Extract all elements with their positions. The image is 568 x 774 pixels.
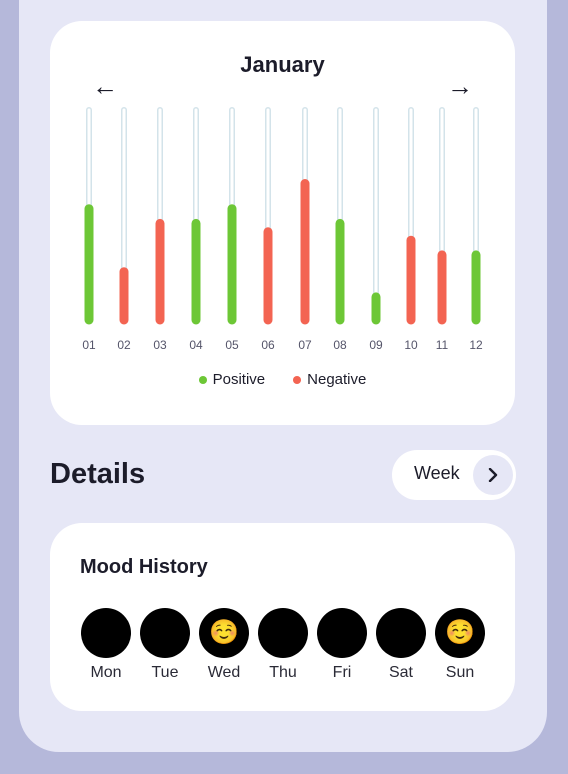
mood-day-label: Tue [151,664,179,681]
legend-negative-dot [293,375,302,384]
week-range-label: Week [414,463,460,483]
mood-emoji-icon: 😣 [376,608,426,658]
mood-day-tue[interactable]: 😃 Tue [140,608,190,682]
mood-day-label: Sun [445,664,475,681]
mood-emoji-icon: 😢 [258,608,308,658]
x-tick-label: 08 [333,338,347,352]
mood-day-thu[interactable]: 😢 Thu [258,608,308,682]
mood-chart-card: ← January → 01 02 03 04 05 06 07 08 09 10 11 12 Pos… [50,21,515,425]
x-tick-label: 11 [436,338,449,352]
legend-negative: Negative [293,371,366,388]
mood-emoji-icon: 😢 [81,608,131,658]
mood-day-label: Fri [332,664,352,681]
mood-day-label: Sat [388,664,413,681]
mood-day-label: Mon [90,664,122,681]
x-tick-label: 01 [82,338,96,352]
x-tick-label: 02 [117,338,131,352]
chevron-right-icon[interactable] [473,455,513,495]
details-heading: Details [50,458,146,490]
mood-emoji-icon: ☺️ [199,608,249,658]
mood-day-fri[interactable]: 😣 Fri [317,608,367,682]
legend-negative-label: Negative [307,371,367,388]
legend-positive: Positive [198,371,266,388]
x-tick-label: 07 [298,338,312,352]
mood-day-label: Wed [207,664,241,681]
mood-day-sat[interactable]: 😣 Sat [376,608,426,682]
mood-day-wed[interactable]: ☺️ Wed [199,608,249,682]
mood-history-title: Mood History [80,556,208,578]
legend-positive-label: Positive [212,371,266,388]
x-tick-label: 06 [261,338,275,352]
x-tick-label: 09 [369,338,383,352]
x-tick-label: 04 [189,338,203,352]
mood-history-row: 😢 Mon 😃 Tue ☺️ Wed 😢 Thu 😣 Fri 😣 Sat ☺️ Sun [81,608,485,682]
mood-bar-chart: 01 02 03 04 05 06 07 08 09 10 11 12 [82,107,483,352]
x-tick-label: 03 [153,338,167,352]
mood-emoji-icon: 😃 [140,608,190,658]
mood-emoji-icon: ☺️ [435,608,485,658]
chart-legend: Positive Negative [50,371,515,388]
x-tick-label: 05 [225,338,239,352]
mood-day-mon[interactable]: 😢 Mon [81,608,131,682]
week-range-button[interactable]: Week [392,450,516,500]
mood-day-sun[interactable]: ☺️ Sun [435,608,485,682]
legend-positive-dot [198,375,207,384]
x-tick-label: 12 [469,338,483,352]
mood-emoji-icon: 😣 [317,608,367,658]
x-tick-label: 10 [404,338,418,352]
mood-day-label: Thu [269,664,297,681]
mood-history-card: Mood History 😢 Mon 😃 Tue ☺️ Wed 😢 Thu 😣 Fri 😣 Sat ☺️… [50,523,515,711]
